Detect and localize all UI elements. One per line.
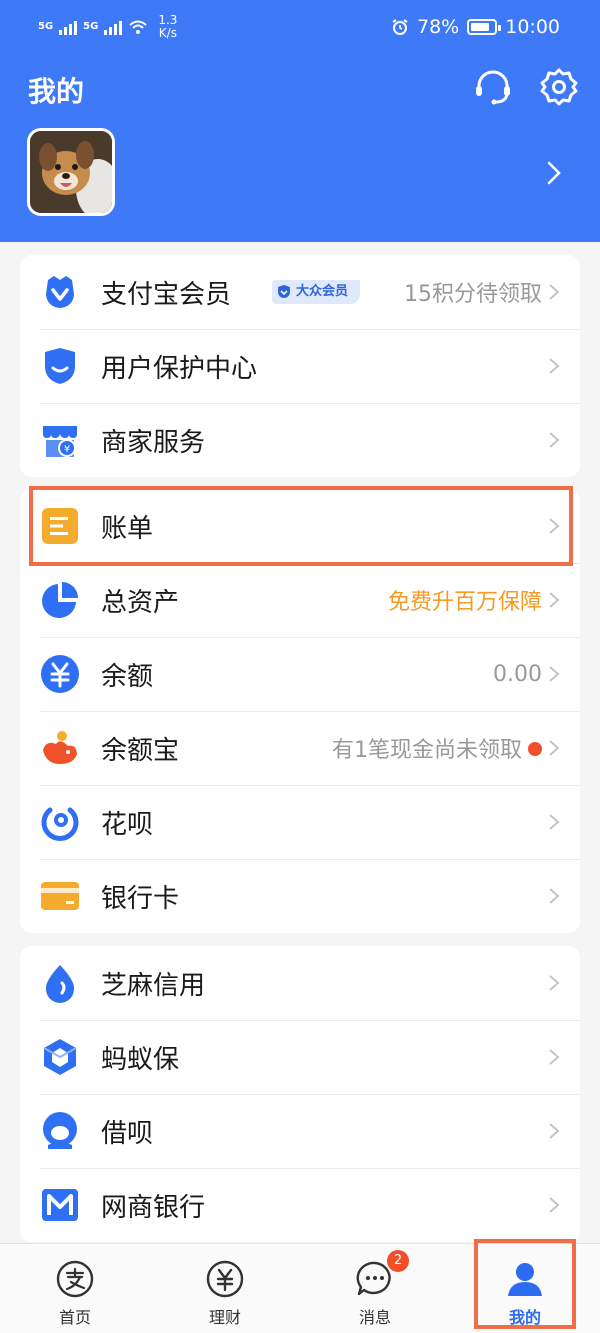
label-huabei: 花呗 [101, 809, 154, 840]
chevron-right-icon [549, 975, 560, 991]
tab-profile[interactable]: 我的 [450, 1244, 600, 1333]
clock: 10:00 [505, 16, 560, 38]
label-user-protection: 用户保护中心 [101, 353, 258, 384]
tab-label-finance: 理财 [208, 1308, 241, 1327]
tab-label-home: 首页 [58, 1308, 91, 1327]
member-icon [46, 276, 74, 308]
row-yuebao[interactable]: 余额宝 有1笔现金尚未领取 [20, 711, 580, 785]
sesame-icon [45, 965, 75, 1003]
avatar[interactable] [27, 128, 115, 216]
customer-service-icon[interactable] [472, 66, 514, 108]
label-total-assets: 总资产 [101, 587, 180, 618]
label-bill: 账单 [101, 513, 154, 544]
speed-unit: K/s [158, 26, 177, 40]
label-bank-card: 银行卡 [101, 883, 180, 914]
chevron-right-icon [549, 592, 560, 608]
chevron-right-icon [549, 1197, 560, 1213]
jiebei-icon [43, 1112, 77, 1149]
profile-icon [508, 1263, 542, 1296]
label-balance: 余额 [101, 661, 154, 692]
chevron-right-icon [549, 740, 560, 756]
label-yuebao: 余额宝 [101, 735, 180, 766]
battery-icon [467, 19, 502, 35]
bank-card-icon [41, 882, 79, 910]
yuebao-icon [43, 731, 77, 764]
label-antbao: 蚂蚁保 [101, 1044, 180, 1075]
member-badge-text: 大众会员 [296, 284, 349, 299]
alipay-icon [56, 1260, 94, 1298]
chevron-right-icon [549, 1123, 560, 1139]
svg-text:¥: ¥ [64, 444, 70, 455]
row-user-protection[interactable]: 用户保护中心 [20, 329, 580, 403]
network-label-2: 5G [83, 21, 99, 32]
pie-chart-icon [42, 582, 78, 618]
row-total-assets[interactable]: 总资产 免费升百万保障 [20, 563, 580, 637]
row-sesame-credit[interactable]: 芝麻信用 [20, 946, 580, 1020]
tab-home[interactable]: 首页 [0, 1244, 150, 1333]
row-antbao[interactable]: 蚂蚁保 [20, 1020, 580, 1094]
bottom-tab-bar: 首页 理财 2 消息 我的 [0, 1243, 600, 1333]
tab-label-messages: 消息 [358, 1308, 391, 1327]
network-speed: 1.3 K/s [158, 14, 177, 40]
battery-percent: 78% [417, 16, 460, 38]
row-mybank[interactable]: 网商银行 [20, 1168, 580, 1242]
network-label-1: 5G [38, 21, 54, 32]
antbao-icon [43, 1039, 77, 1075]
chevron-right-icon [549, 814, 560, 830]
label-member: 支付宝会员 [101, 279, 232, 310]
signal-icon [59, 19, 78, 35]
chevron-right-icon [549, 284, 560, 300]
tab-finance[interactable]: 理财 [150, 1244, 300, 1333]
row-balance[interactable]: 余额 0.00 [20, 637, 580, 711]
signal-icon-2 [104, 19, 123, 35]
row-merchant-service[interactable]: ¥ 商家服务 [20, 403, 580, 477]
trail-points: 15积分待领取 [404, 282, 542, 307]
yuan-icon [41, 655, 79, 693]
notification-dot [528, 742, 542, 756]
trail-upgrade-protection: 免费升百万保障 [387, 590, 542, 615]
trail-balance-amount: 0.00 [493, 661, 542, 687]
shield-icon [45, 348, 75, 384]
bill-icon [42, 508, 78, 544]
trail-yuebao-cash: 有1笔现金尚未领取 [332, 738, 522, 763]
row-huabei[interactable]: 花呗 [20, 785, 580, 859]
tab-messages[interactable]: 2 消息 [300, 1244, 450, 1333]
chevron-right-icon [549, 358, 560, 374]
label-jiebei: 借呗 [101, 1118, 154, 1149]
chevron-right-icon [549, 1049, 560, 1065]
member-badge-icon [278, 285, 290, 298]
card-credit: 芝麻信用 蚂蚁保 借呗 网商银行 [20, 946, 580, 1242]
mybank-icon [42, 1189, 78, 1221]
chevron-right-icon [549, 666, 560, 682]
store-icon: ¥ [43, 426, 77, 457]
huabei-icon [41, 807, 79, 841]
dog-avatar-image [30, 131, 112, 213]
gear-icon[interactable] [538, 66, 580, 108]
row-jiebei[interactable]: 借呗 [20, 1094, 580, 1168]
row-bank-card[interactable]: 银行卡 [20, 859, 580, 933]
member-level-badge[interactable]: 大众会员 [272, 280, 361, 304]
row-member[interactable]: 支付宝会员 大众会员 15积分待领取 [20, 255, 580, 329]
row-bill[interactable]: 账单 [20, 489, 580, 563]
page-title: 我的 [28, 75, 85, 108]
profile-chevron-icon[interactable] [544, 160, 564, 186]
chevron-right-icon [549, 888, 560, 904]
speed-value: 1.3 [158, 13, 178, 27]
alarm-icon [392, 19, 408, 35]
card-membership: 支付宝会员 大众会员 15积分待领取 用户保护中心 ¥ 商家服务 [20, 255, 580, 477]
chevron-right-icon [549, 432, 560, 448]
message-count-badge: 2 [387, 1250, 409, 1272]
finance-icon [206, 1260, 244, 1298]
label-sesame-credit: 芝麻信用 [101, 970, 206, 1001]
status-bar: 5G 5G 1.3 K/s 78% 10:00 [0, 0, 600, 58]
chevron-right-icon [549, 518, 560, 534]
header: 5G 5G 1.3 K/s 78% 10:00 我的 [0, 0, 600, 242]
card-assets: 账单 总资产 免费升百万保障 余额 0.00 余额宝 有1笔现金尚未领取 花呗 … [20, 489, 580, 933]
label-merchant-service: 商家服务 [101, 427, 206, 458]
wifi-icon [129, 20, 148, 34]
label-mybank: 网商银行 [101, 1192, 206, 1223]
tab-label-profile: 我的 [508, 1308, 541, 1327]
